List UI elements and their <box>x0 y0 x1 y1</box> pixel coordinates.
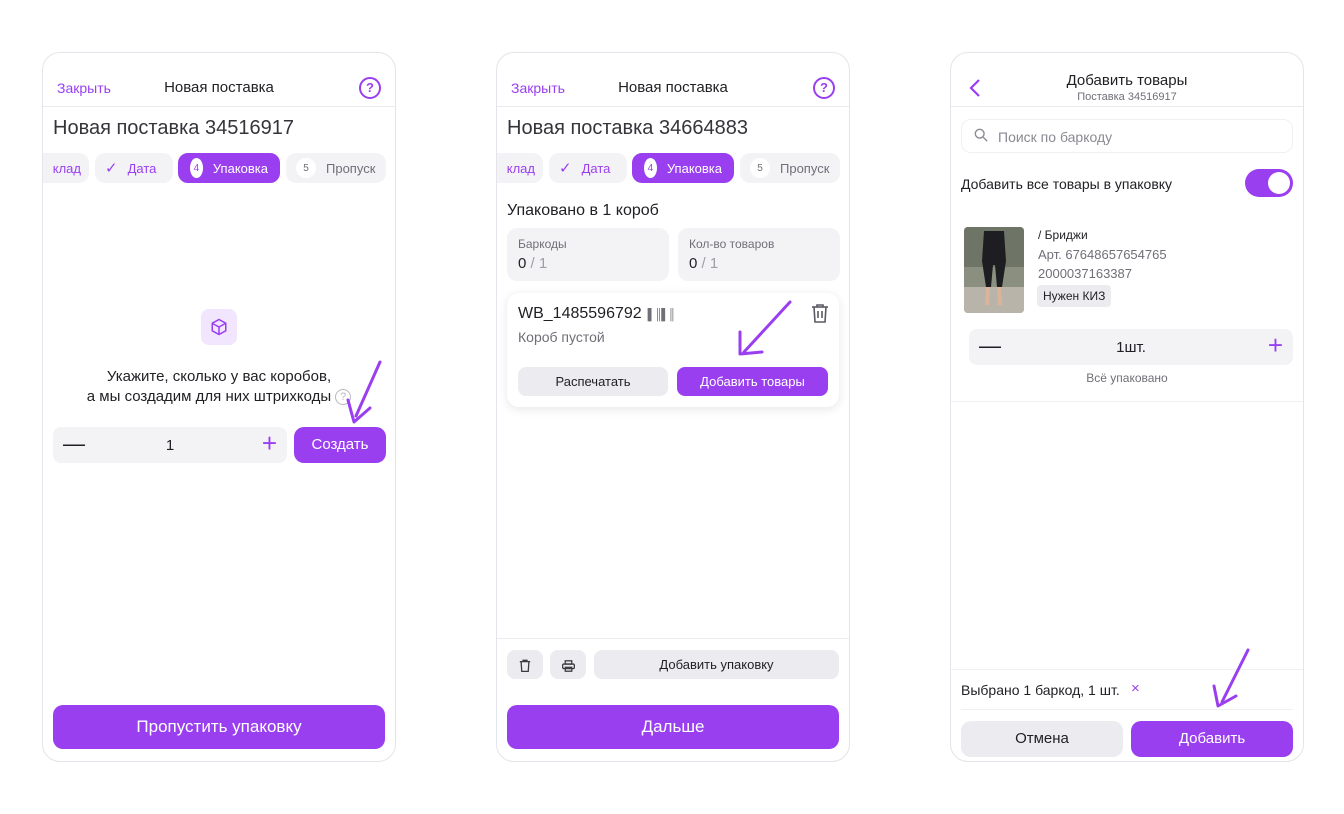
divider <box>951 669 1303 670</box>
plus-icon[interactable]: + <box>262 428 277 459</box>
quantity-value[interactable]: 1шт. <box>969 339 1293 356</box>
hint-line-1: Укажите, сколько у вас коробов, <box>106 368 332 385</box>
screen-new-supply-empty: Закрыть Новая поставка ? Новая поставка … <box>42 52 396 762</box>
nav-subtitle: Поставка 34516917 <box>1077 91 1177 103</box>
quantity-label: Кол-во товаров <box>689 237 775 251</box>
quantity-value[interactable]: 1 <box>53 437 287 454</box>
print-button[interactable]: Распечатать <box>518 367 668 396</box>
nav-title: Добавить товары <box>1066 72 1188 89</box>
nav-bar: Закрыть Новая поставка ? <box>43 53 395 107</box>
add-goods-button[interactable]: Добавить товары <box>677 367 828 396</box>
step-pass[interactable]: 5 Пропуск <box>740 153 840 183</box>
create-button[interactable]: Создать <box>294 427 386 463</box>
hint-line-2: а мы создадим для них штрихкоды <box>86 388 332 405</box>
step-number: 5 <box>296 158 316 178</box>
step-pass[interactable]: 5 Пропуск <box>286 153 386 183</box>
add-button[interactable]: Добавить <box>1131 721 1293 757</box>
add-all-label: Добавить все товары в упаковку <box>961 176 1173 192</box>
step-date-label: Дата <box>127 160 157 176</box>
packed-summary: Упаковано в 1 короб <box>507 202 659 219</box>
step-pass-label: Пропуск <box>780 160 830 176</box>
quantity-stat: Кол-во товаров 0 / 1 <box>678 228 840 281</box>
step-packaging[interactable]: 4 Упаковка <box>178 153 280 183</box>
step-packaging-label: Упаковка <box>212 160 268 176</box>
product-article: Арт. 67648657654765 <box>1038 247 1167 262</box>
product-image <box>964 227 1024 313</box>
nav-bar: Добавить товары Поставка 34516917 <box>951 53 1303 107</box>
barcode-icon: ▌║▌║ <box>647 309 676 321</box>
step-number: 4 <box>644 158 657 178</box>
delete-all-button[interactable] <box>507 650 543 679</box>
printer-icon <box>561 659 575 672</box>
supply-title: Новая поставка 34516917 <box>53 117 294 139</box>
search-placeholder: Поиск по баркоду <box>998 129 1113 145</box>
step-date[interactable]: ✓ Дата <box>95 153 173 183</box>
toggle-knob <box>1268 172 1290 194</box>
divider <box>497 638 849 639</box>
cancel-button[interactable]: Отмена <box>961 721 1123 757</box>
product-name: / Бриджи <box>1038 228 1088 242</box>
nav-title: Новая поставка <box>164 79 274 96</box>
step-pass-label: Пропуск <box>326 160 376 176</box>
screen-new-supply-box: Закрыть Новая поставка ? Новая поставка … <box>496 52 850 762</box>
next-button[interactable]: Дальше <box>507 705 839 749</box>
product-barcode: 2000037163387 <box>1038 266 1132 281</box>
stepper-tabs: клад ✓ Дата 4 Упаковка 5 Пропуск <box>497 153 849 185</box>
step-warehouse[interactable]: клад <box>43 153 89 183</box>
quantity-total: / 1 <box>697 255 719 272</box>
supply-title: Новая поставка 34664883 <box>507 117 748 139</box>
step-packaging-label: Упаковка <box>666 160 722 176</box>
barcodes-label: Баркоды <box>518 237 567 251</box>
divider <box>951 401 1303 402</box>
divider <box>961 709 1293 710</box>
help-icon[interactable]: ? <box>359 77 381 99</box>
stepper-tabs: клад ✓ Дата 4 Упаковка 5 Пропуск <box>43 153 395 185</box>
quantity-stepper: — 1шт. + <box>969 329 1293 365</box>
help-icon[interactable]: ? <box>813 77 835 99</box>
trash-icon <box>519 659 531 673</box>
barcodes-total: / 1 <box>526 255 548 272</box>
selection-summary: Выбрано 1 баркод, 1 шт. <box>961 682 1120 698</box>
screen-add-goods: Добавить товары Поставка 34516917 Поиск … <box>950 52 1304 762</box>
clear-selection-icon[interactable]: × <box>1131 680 1140 697</box>
box-icon <box>201 309 237 345</box>
hint-text: Укажите, сколько у вас коробов, а мы соз… <box>63 367 375 407</box>
barcode-search-input[interactable]: Поиск по баркоду <box>961 119 1293 153</box>
nav-title: Новая поставка <box>618 79 728 96</box>
step-warehouse-label: клад <box>52 160 81 176</box>
quantity-stepper: — 1 + <box>53 427 287 463</box>
box-card: WB_1485596792 ▌║▌║ Короб пустой Распечата… <box>507 293 839 407</box>
search-icon <box>974 128 988 142</box>
question-icon[interactable]: ? <box>335 389 352 406</box>
nav-bar: Закрыть Новая поставка ? <box>497 53 849 107</box>
step-number: 4 <box>190 158 203 178</box>
step-number: 5 <box>750 158 770 178</box>
check-icon: ✓ <box>105 160 118 177</box>
step-date[interactable]: ✓ Дата <box>549 153 627 183</box>
box-empty-status: Короб пустой <box>518 329 605 345</box>
kiz-required-badge: Нужен КИЗ <box>1037 285 1112 307</box>
barcodes-stat: Баркоды 0 / 1 <box>507 228 669 281</box>
plus-icon[interactable]: + <box>1268 330 1283 361</box>
add-all-toggle[interactable] <box>1245 169 1293 197</box>
step-warehouse[interactable]: клад <box>497 153 543 183</box>
trash-icon[interactable] <box>811 303 829 323</box>
check-icon: ✓ <box>559 160 572 177</box>
skip-packaging-button[interactable]: Пропустить упаковку <box>53 705 385 749</box>
step-packaging[interactable]: 4 Упаковка <box>632 153 734 183</box>
print-all-button[interactable] <box>550 650 586 679</box>
add-packaging-button[interactable]: Добавить упаковку <box>594 650 839 679</box>
step-warehouse-label: клад <box>506 160 535 176</box>
packed-status: Всё упаковано <box>1086 371 1168 385</box>
box-code: WB_1485596792 <box>518 305 642 322</box>
step-date-label: Дата <box>581 160 611 176</box>
